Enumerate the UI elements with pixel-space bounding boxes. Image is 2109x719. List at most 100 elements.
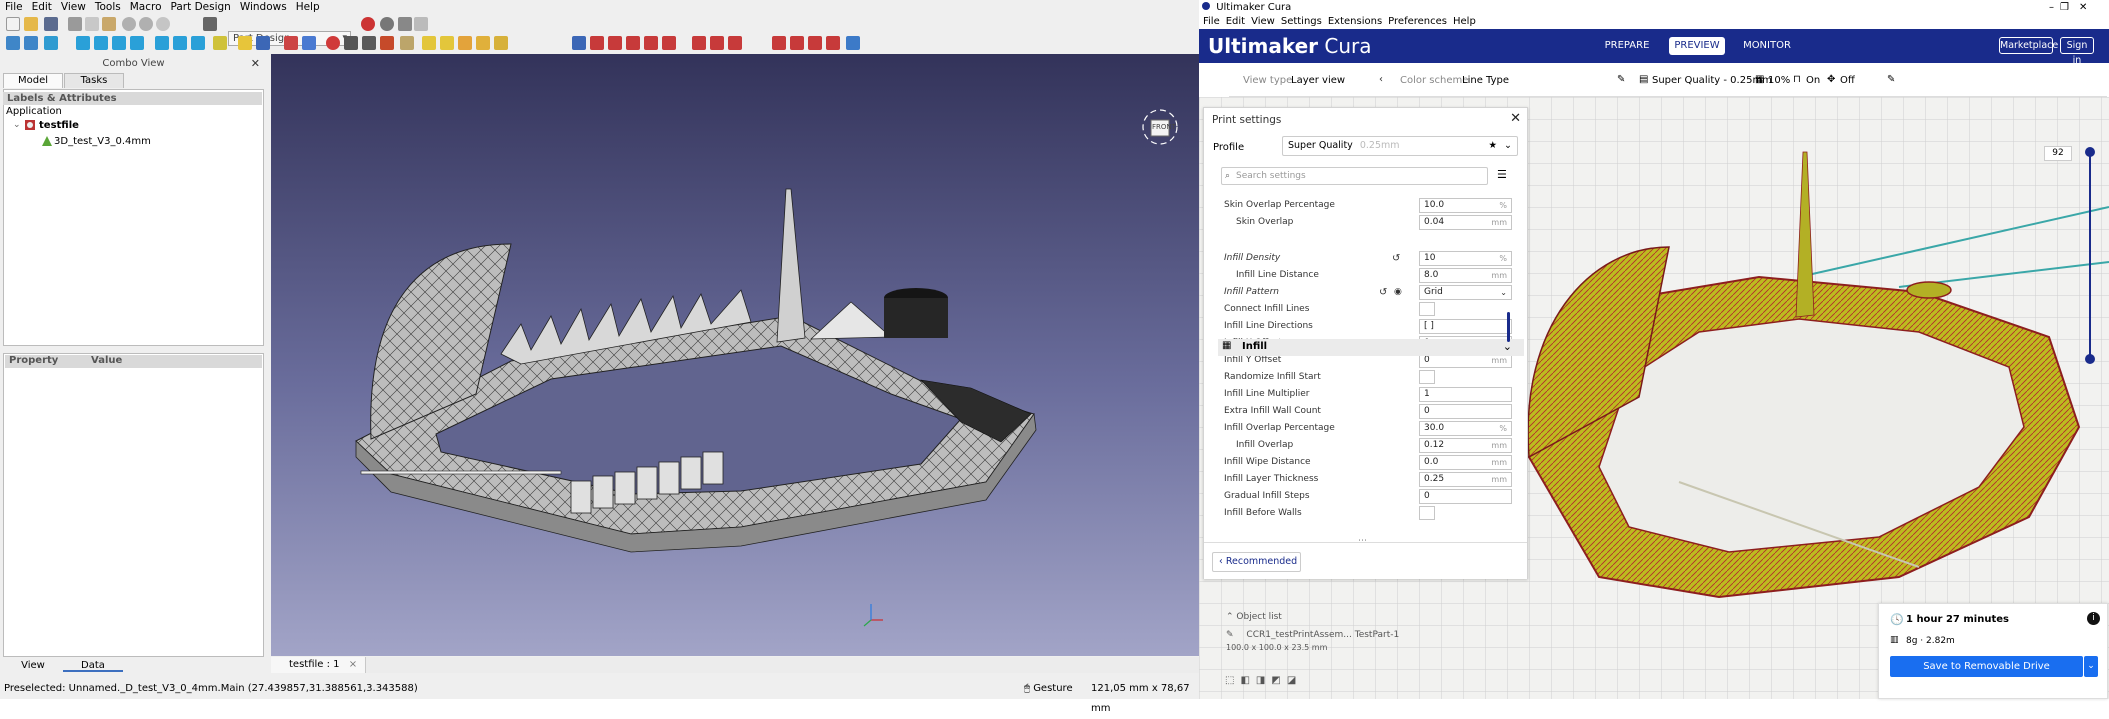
infill-summary[interactable]: 10% [1768,75,1790,86]
menu-help[interactable]: Help [1453,15,1476,29]
layer-number-box[interactable]: 92 [2044,146,2072,161]
macro-run-icon[interactable] [414,17,428,31]
sign-in-button[interactable]: Sign in [2060,37,2094,66]
resize-handle[interactable]: ⋯ [1358,536,1367,546]
macro-edit-icon[interactable] [398,17,412,31]
setting-input[interactable]: 30.0% [1419,421,1512,436]
refresh-icon[interactable] [156,17,170,31]
boolean-icon[interactable] [846,36,860,50]
setting-input[interactable]: 0.04 mm [1419,215,1512,230]
quality-summary[interactable]: Super Quality - 0.25mm [1652,75,1772,86]
tree-item-testfile[interactable]: testfile [39,120,79,131]
navigation-style-button[interactable]: 🖱 Gesture [1024,679,1073,699]
layer-slider-top-handle[interactable] [2085,147,2095,157]
close-icon[interactable]: ✕ [1510,111,1521,126]
front-view-icon[interactable]: ◧ [1240,675,1249,686]
document-tab[interactable]: testfile : 1 × [271,657,367,673]
revolution-icon[interactable] [440,36,454,50]
setting-input[interactable]: 8.0 mm [1419,268,1512,283]
star-icon[interactable]: ★ [1488,137,1497,155]
setting-checkbox[interactable] [1419,370,1435,384]
datum-line-icon[interactable] [344,36,358,50]
setting-input[interactable]: 0 [1419,489,1512,504]
polar-pattern-icon[interactable] [728,36,742,50]
settings-menu-icon[interactable]: ☰ [1497,168,1507,181]
pipe-icon[interactable] [476,36,490,50]
pencil-icon[interactable]: ✎ [1617,74,1625,85]
tab-model[interactable]: Model [3,73,63,88]
pocket-icon[interactable] [572,36,586,50]
view-right-icon[interactable] [130,36,144,50]
datum-plane-icon[interactable] [362,36,376,50]
object-list-toggle[interactable]: ⌃ Object list [1226,612,1399,622]
setting-input[interactable]: 0.0 mm [1419,455,1512,470]
navigation-cube[interactable]: FRONT [1142,109,1178,145]
paste-icon[interactable] [102,17,116,31]
fit-selection-icon[interactable] [24,36,38,50]
chevron-left-icon[interactable]: ‹ [1379,74,1383,85]
tree-item-mesh[interactable]: 3D_test_V3_0.4mm [54,136,151,147]
marketplace-button[interactable]: Marketplace [1999,37,2058,54]
support-summary[interactable]: On [1806,75,1820,86]
local-cs-icon[interactable] [380,36,394,50]
save-to-removable-drive-button[interactable]: Save to Removable Drive [1890,656,2083,677]
reset-icon[interactable]: ↺ [1379,284,1387,301]
close-icon[interactable]: × [349,659,357,670]
stage-monitor[interactable]: MONITOR [1739,37,1795,55]
draw-style-icon[interactable] [44,36,58,50]
tree-collapse-icon[interactable]: ⌄ [13,120,21,130]
menu-settings[interactable]: Settings [1281,15,1322,29]
view-isometric-icon[interactable] [76,36,90,50]
open-file-icon[interactable] [24,17,38,31]
subtractive-box-icon[interactable] [662,36,676,50]
whats-this-icon[interactable] [203,17,217,31]
cut-icon[interactable] [68,17,82,31]
additive-box-icon[interactable] [494,36,508,50]
search-settings-input[interactable]: ⌕ Search settings [1221,167,1488,185]
setting-input[interactable]: 1 [1419,387,1512,402]
part-icon[interactable] [238,36,252,50]
setting-input[interactable]: 10% [1419,251,1512,266]
menu-view[interactable]: View [1251,15,1275,29]
setting-input[interactable]: [ ] [1419,319,1512,334]
view-type-dropdown[interactable]: Layer view [1291,75,1345,86]
view-front-icon[interactable] [94,36,108,50]
layer-slider-bottom-handle[interactable] [2085,354,2095,364]
menu-part-design[interactable]: Part Design [169,0,236,14]
color-scheme-dropdown[interactable]: Line Type [1462,75,1509,86]
view-left-icon[interactable] [191,36,205,50]
category-infill[interactable]: ▦ Infill ⌄ [1218,339,1524,356]
body-icon[interactable] [256,36,270,50]
menu-preferences[interactable]: Preferences [1388,15,1447,29]
minimize-icon[interactable]: – [2049,0,2054,15]
menu-edit[interactable]: Edit [30,0,57,14]
chamfer-icon[interactable] [790,36,804,50]
stage-preview[interactable]: PREVIEW [1669,37,1725,55]
subtractive-loft-icon[interactable] [626,36,640,50]
setting-input[interactable]: 10.0% [1419,198,1512,213]
macro-record-icon[interactable] [361,17,375,31]
menu-file[interactable]: File [3,0,28,14]
3d-viewport[interactable]: FRONT [271,54,1199,656]
maximize-icon[interactable]: ❐ [2060,0,2069,15]
right-view-icon[interactable]: ◪ [1287,675,1296,686]
view-top-icon[interactable] [112,36,126,50]
link-icon[interactable]: ◉ [1394,284,1402,301]
chevron-down-icon[interactable]: ⌄ [1504,137,1512,155]
redo-icon[interactable] [139,17,153,31]
menu-file[interactable]: File [1203,15,1220,29]
menu-tools[interactable]: Tools [93,0,126,14]
pencil-icon[interactable]: ✎ [1887,74,1895,85]
setting-input[interactable]: 0.25 mm [1419,472,1512,487]
mirror-icon[interactable] [692,36,706,50]
tab-view[interactable]: View [3,659,63,672]
setting-checkbox[interactable] [1419,506,1435,520]
close-icon[interactable]: ✕ [251,57,260,70]
setting-checkbox[interactable] [1419,302,1435,316]
shape-binder-icon[interactable] [400,36,414,50]
profile-dropdown[interactable]: Super Quality 0.25mm ★ ⌄ [1282,136,1518,156]
menu-edit[interactable]: Edit [1226,15,1245,29]
tab-data[interactable]: Data [63,659,123,672]
recommended-button[interactable]: ‹ Recommended [1212,552,1301,572]
reset-icon[interactable]: ↺ [1392,250,1400,267]
